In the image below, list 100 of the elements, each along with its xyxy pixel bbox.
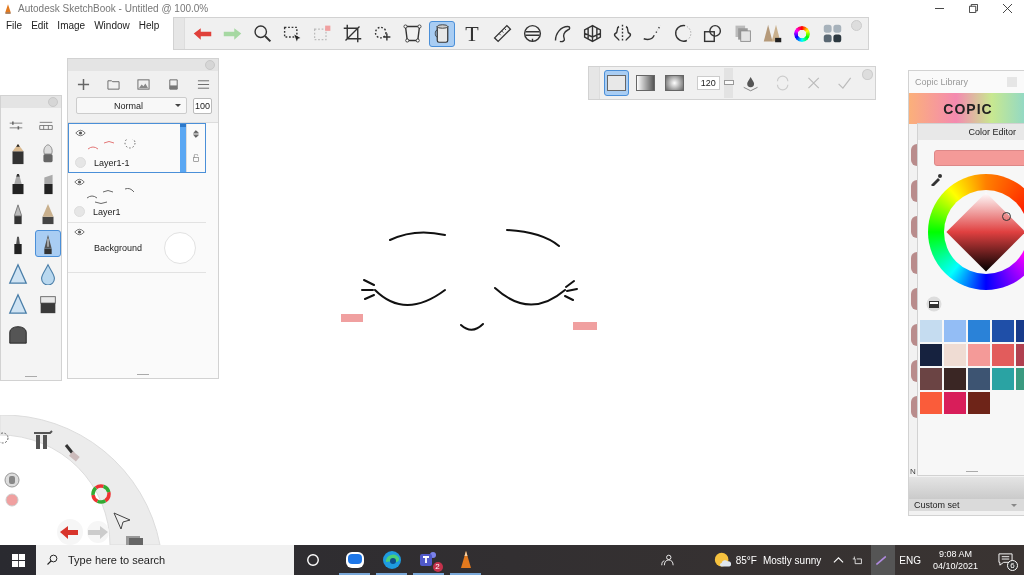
color-swatch[interactable]: [968, 320, 990, 342]
layers-icon[interactable]: [126, 536, 143, 545]
language-indicator[interactable]: ENG: [899, 554, 921, 566]
color-circle[interactable]: [164, 232, 196, 264]
panel-grip[interactable]: [589, 67, 600, 99]
temperature: 85°F: [735, 554, 757, 566]
color-swatch[interactable]: [968, 344, 990, 366]
color-swatch[interactable]: [944, 344, 966, 366]
radio-button[interactable]: [75, 157, 86, 168]
sun-cloud-icon[interactable]: [713, 551, 731, 569]
restore-icon: [968, 4, 978, 13]
solid-fill-button[interactable]: [603, 70, 629, 96]
menu-item[interactable]: Help: [138, 19, 160, 31]
windows-icon: [11, 553, 25, 567]
menu-item[interactable]: Image: [57, 19, 86, 31]
move-icon[interactable]: [191, 130, 201, 138]
search-field[interactable]: Type here to search: [66, 553, 270, 567]
color-swatch[interactable]: [992, 344, 1014, 366]
panel-title: Copic Library: [915, 77, 969, 87]
drop-icon[interactable]: [742, 74, 760, 92]
layer-thumbnail: [86, 188, 136, 204]
folder-icon[interactable]: [106, 78, 120, 91]
color-swatch[interactable]: [920, 344, 942, 366]
menu-item[interactable]: Window: [94, 19, 130, 31]
pen-icon[interactable]: [876, 554, 888, 566]
color-swatch[interactable]: [968, 368, 990, 390]
mixer-icon[interactable]: [926, 296, 942, 312]
plus-icon[interactable]: [76, 78, 90, 91]
close-dot[interactable]: [48, 97, 58, 107]
tolerance-field[interactable]: 120: [696, 76, 720, 90]
color-swatch[interactable]: [920, 320, 942, 342]
sliders-icon[interactable]: [8, 120, 24, 131]
brushlib-icon: [761, 23, 783, 44]
color-swatch[interactable]: [992, 320, 1014, 342]
gear-icon[interactable]: [0, 432, 9, 444]
close-dot[interactable]: [205, 60, 215, 70]
linear-fill-icon: [635, 75, 655, 91]
distort-icon: [401, 23, 423, 44]
pencil-icon: [4, 3, 12, 14]
menu-item[interactable]: File: [6, 19, 23, 31]
color-wheel-icon[interactable]: [91, 484, 111, 504]
eye-icon[interactable]: [74, 178, 85, 186]
cone-icon: [7, 262, 29, 285]
color-swatch[interactable]: [920, 392, 942, 414]
blend-mode-dropdown[interactable]: Normal: [76, 97, 187, 114]
eye-icon[interactable]: [75, 129, 86, 137]
palette-icon: [821, 23, 843, 44]
nib-brush[interactable]: [35, 230, 61, 257]
crop-icon: [341, 23, 363, 44]
color-swatch[interactable]: [992, 368, 1014, 390]
color-swatch[interactable]: [968, 392, 990, 414]
shapes-icon: [701, 23, 723, 44]
color-swatch[interactable]: [944, 392, 966, 414]
list-label: N: [910, 467, 916, 476]
people-icon[interactable]: [659, 553, 674, 567]
layer-row[interactable]: Layer1-1: [68, 123, 206, 173]
chat-app-icon[interactable]: [344, 550, 365, 570]
color-swatch[interactable]: [944, 368, 966, 390]
radio-button[interactable]: [74, 206, 85, 217]
grid-icon[interactable]: [38, 120, 54, 131]
close-dot[interactable]: [862, 69, 873, 80]
eraser-icon[interactable]: [166, 78, 180, 91]
lock-icon[interactable]: [191, 154, 201, 162]
weather-text: Mostly sunny: [762, 554, 822, 566]
notification-badge: 2: [432, 562, 443, 572]
symmetry-icon: [611, 23, 633, 44]
undo-button[interactable]: [57, 519, 83, 545]
panel-title: Color Editor: [968, 127, 1016, 137]
circle-icon[interactable]: [306, 553, 320, 567]
tools-icon[interactable]: [33, 430, 53, 449]
tool-button[interactable]: [4, 472, 20, 488]
brush-icon[interactable]: [64, 444, 80, 462]
caret-icon: [175, 103, 181, 108]
eyedropper-icon[interactable]: [930, 174, 942, 186]
color-dot[interactable]: [5, 493, 19, 507]
color-swatch[interactable]: [920, 368, 942, 390]
panel-grip[interactable]: [174, 18, 185, 49]
close-icon: [1002, 4, 1012, 13]
eye-icon[interactable]: [74, 228, 85, 236]
menu-icon[interactable]: [196, 78, 210, 91]
text-tool[interactable]: T: [459, 20, 485, 47]
cursor-icon[interactable]: [113, 512, 131, 530]
chevron-up-icon[interactable]: [833, 554, 845, 566]
layer-name: Background: [94, 243, 143, 253]
zoom-icon: [251, 23, 273, 44]
ruler-icon: [491, 23, 513, 44]
notification-button[interactable]: 6: [998, 552, 1016, 568]
clock-date: 04/10/2021: [932, 560, 978, 572]
image-icon[interactable]: [136, 78, 150, 91]
clock-time: 9:08 AM: [938, 548, 972, 560]
browser-icon[interactable]: [381, 550, 402, 570]
close-dot[interactable]: [851, 20, 862, 31]
network-icon[interactable]: [852, 554, 864, 566]
slider-thumb[interactable]: [723, 80, 734, 85]
menu-item[interactable]: Edit: [31, 19, 49, 31]
color-swatch[interactable]: [944, 320, 966, 342]
opacity-field[interactable]: 100: [192, 97, 212, 114]
set-dropdown[interactable]: Custom set: [909, 499, 1024, 511]
search-box[interactable]: Type here to search: [36, 545, 294, 575]
fill-tool[interactable]: [429, 20, 455, 47]
